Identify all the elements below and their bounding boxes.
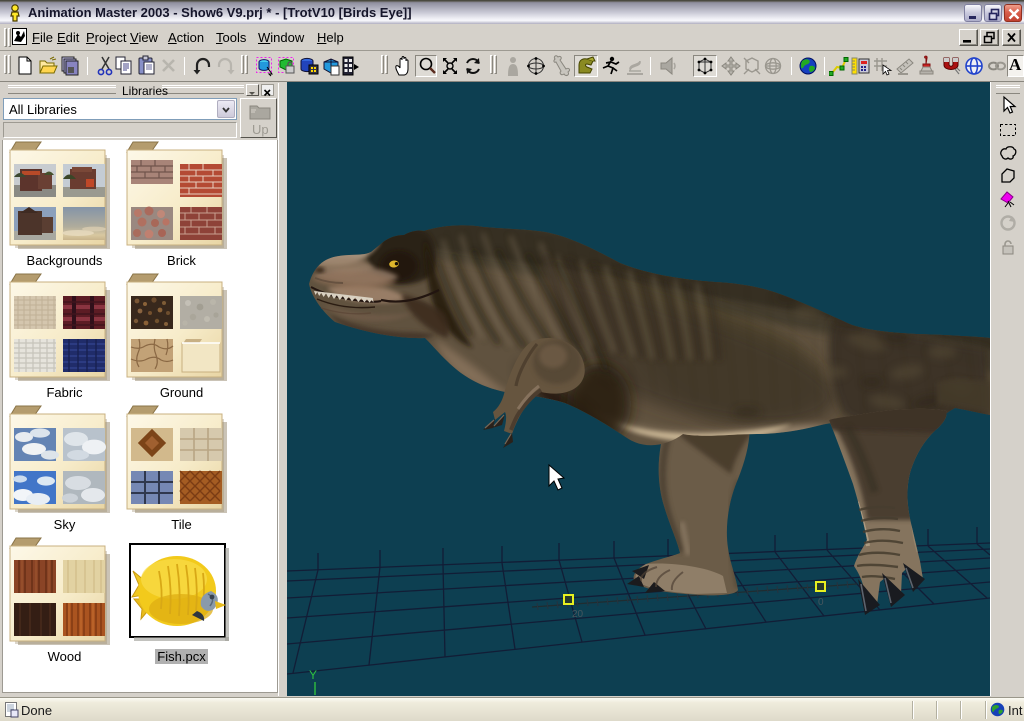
svg-text:20: 20 xyxy=(572,609,584,620)
svg-text:Y: Y xyxy=(309,668,317,682)
svg-text:0: 0 xyxy=(818,597,824,608)
